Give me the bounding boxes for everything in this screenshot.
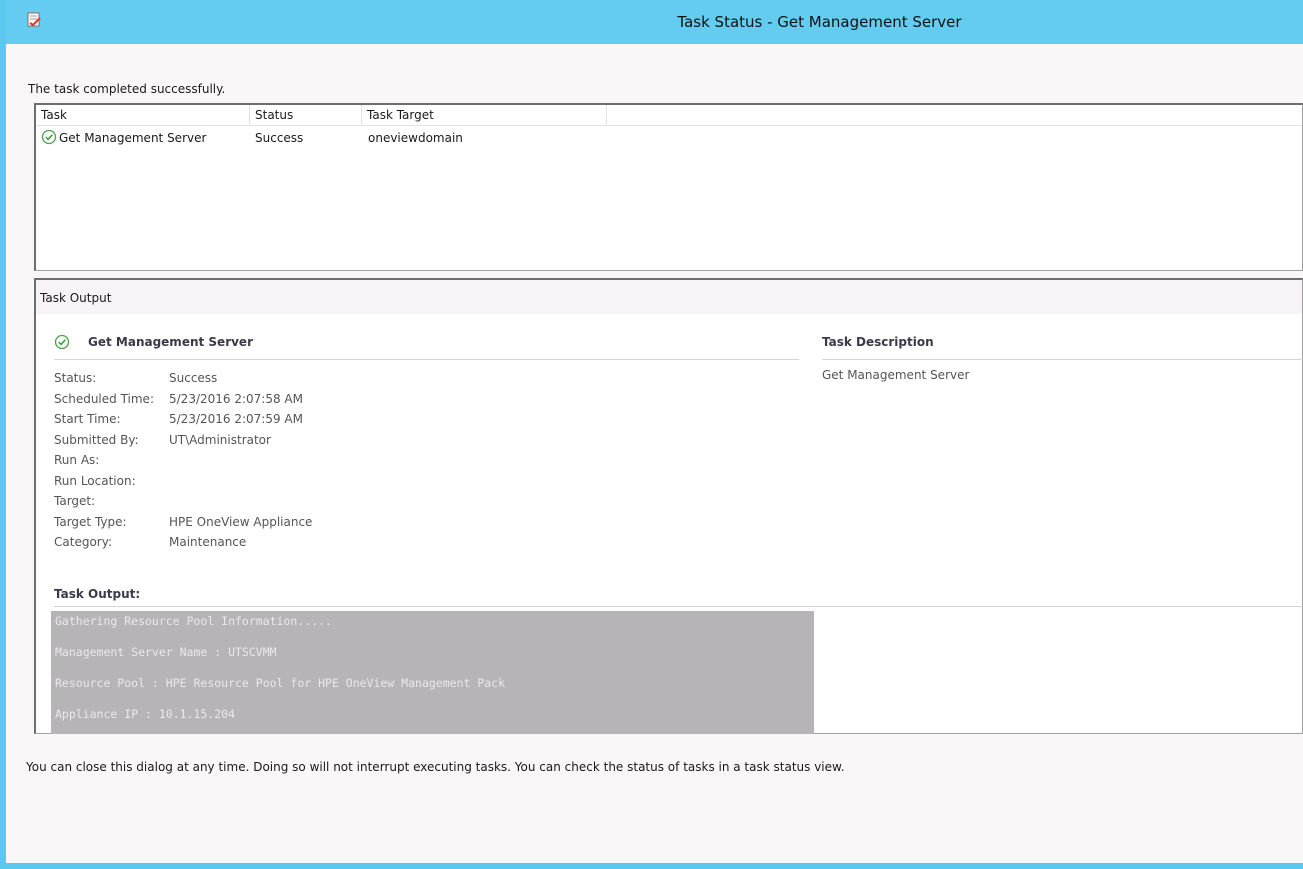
property-label: Run As: <box>54 453 100 467</box>
property-value: UT\Administrator <box>169 432 271 447</box>
title-bar[interactable]: Task Status - Get Management Server <box>6 0 1303 44</box>
task-list-header: Task Status Task Target <box>36 105 1302 126</box>
table-row[interactable]: Get Management Server Success oneviewdom… <box>36 128 1302 148</box>
task-detail-title: Get Management Server <box>88 335 253 349</box>
console-line: Appliance IP : 10.1.15.204 <box>55 707 236 721</box>
property-value: 5/23/2016 2:07:58 AM <box>169 391 303 406</box>
task-list[interactable]: Task Status Task Target Get Management S… <box>34 103 1303 271</box>
column-header-status[interactable]: Status <box>250 105 362 126</box>
task-output-heading: Task Output: <box>54 585 1303 607</box>
task-output-panel[interactable]: Task Output Get Management Server Task D… <box>34 278 1303 734</box>
property-label: Status: <box>54 371 97 385</box>
console-line: Resource Pool : HPE Resource Pool for HP… <box>55 676 506 690</box>
property-label: Category: <box>54 535 112 549</box>
success-check-icon <box>54 334 70 350</box>
task-output-title: Task Output: <box>54 587 141 601</box>
console-line: Management Server Name : UTSCVMM <box>55 645 277 659</box>
success-check-icon <box>41 129 57 145</box>
completion-message: The task completed successfully. <box>28 82 226 96</box>
property-value: Maintenance <box>169 535 247 549</box>
property-label: Run Location: <box>54 473 136 488</box>
window-title: Task Status - Get Management Server <box>677 13 962 31</box>
property-label: Start Time: <box>54 412 121 426</box>
property-value: Success <box>169 371 218 385</box>
column-header-task-target[interactable]: Task Target <box>362 105 607 126</box>
task-description-title: Task Description <box>822 335 934 349</box>
status-cell: Success <box>255 131 304 145</box>
property-label: Submitted By: <box>54 432 139 447</box>
task-output-header: Task Output <box>36 280 1302 314</box>
close-dialog-hint: You can close this dialog at any time. D… <box>26 760 845 774</box>
property-value: HPE OneView Appliance <box>169 514 313 529</box>
target-cell: oneviewdomain <box>368 131 463 145</box>
property-label: Scheduled Time: <box>54 391 154 406</box>
task-output-console[interactable]: Gathering Resource Pool Information.....… <box>51 611 814 734</box>
property-value: 5/23/2016 2:07:59 AM <box>169 412 303 426</box>
task-detail-heading: Get Management Server <box>54 332 799 360</box>
console-line: Gathering Resource Pool Information..... <box>55 614 332 628</box>
task-name: Get Management Server <box>59 131 207 145</box>
column-header-task[interactable]: Task <box>36 105 250 126</box>
task-description-value: Get Management Server <box>822 368 970 382</box>
task-cell: Get Management Server <box>41 128 206 148</box>
property-label: Target Type: <box>54 514 127 529</box>
property-label: Target: <box>54 494 96 508</box>
task-status-window: Task Status - Get Management Server The … <box>0 0 1303 869</box>
task-description-heading: Task Description <box>822 332 1303 360</box>
